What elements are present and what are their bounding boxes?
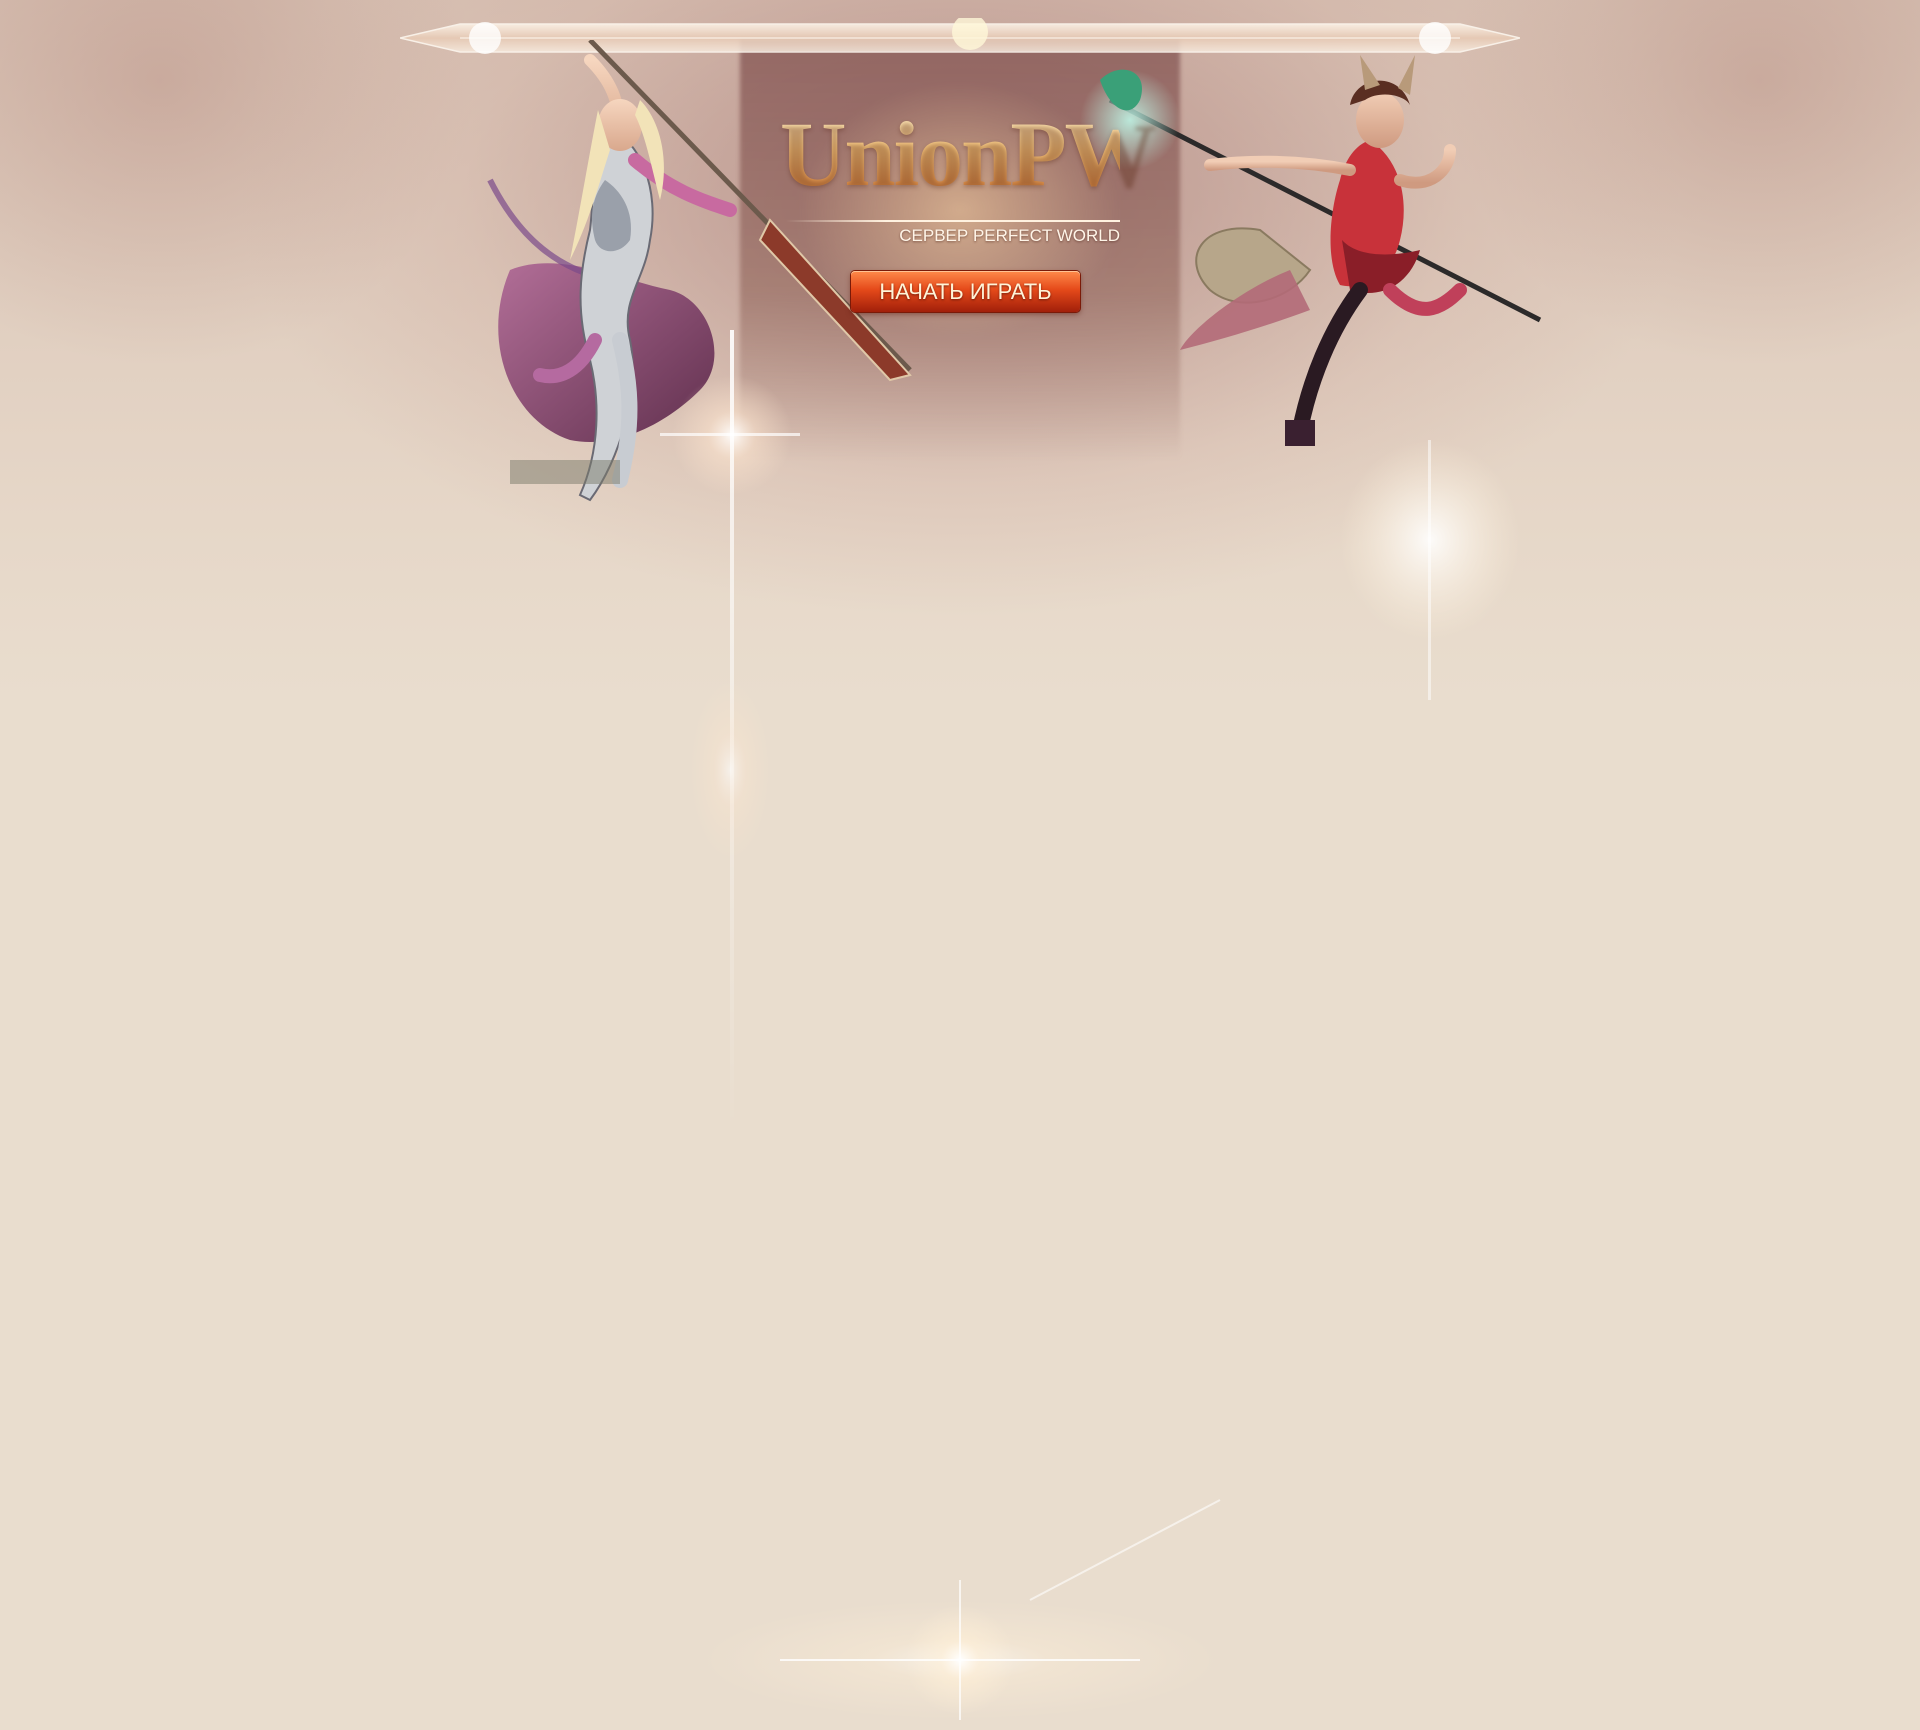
logo-divider bbox=[786, 220, 1120, 222]
landing-page: UnionPW СЕРВЕР PERFECT WORLD НАЧАТЬ ИГРА… bbox=[0, 0, 1920, 1730]
site-logo[interactable]: UnionPW СЕРВЕР PERFECT WORLD bbox=[780, 103, 1157, 245]
start-playing-button[interactable]: НАЧАТЬ ИГРАТЬ bbox=[851, 271, 1080, 312]
logo-subtitle: СЕРВЕР PERFECT WORLD bbox=[899, 226, 1120, 245]
light-flare-right bbox=[1330, 440, 1530, 740]
light-flare-bottom bbox=[680, 1480, 1240, 1720]
logo-title: UnionPW bbox=[780, 103, 1157, 205]
